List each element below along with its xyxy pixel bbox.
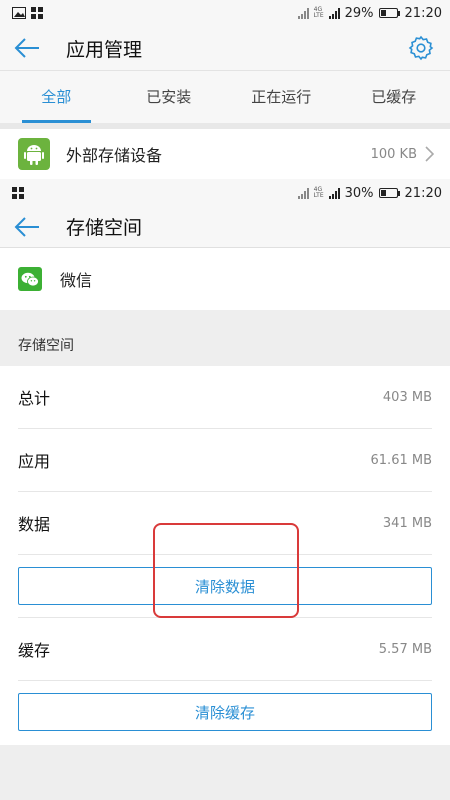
storage-row-data: 数据 341 MB [18, 492, 432, 555]
app-management-screen: 4G LTE 29% 21:20 应用管理 全部 已安装 正在运行 已缓存 外部存… [0, 0, 450, 180]
back-button[interactable] [14, 33, 44, 63]
storage-row-total: 总计 403 MB [18, 366, 432, 429]
signal-icon-sim1 [297, 7, 309, 19]
clock: 21:20 [404, 185, 442, 201]
signal-icon-sim2 [328, 187, 340, 199]
clock: 21:20 [404, 5, 442, 21]
app-name: 微信 [60, 271, 93, 290]
row-label: 缓存 [18, 641, 51, 660]
battery-percent: 30% [344, 185, 374, 201]
wechat-app-icon [18, 267, 42, 291]
status-bar: 4G LTE 29% 21:20 [0, 0, 450, 26]
top-app-bar: 存储空间 [0, 206, 450, 248]
tab-installed[interactable]: 已安装 [113, 71, 226, 123]
image-notification-icon [12, 7, 26, 19]
section-header: 存储空间 [18, 338, 74, 354]
app-name: 外部存储设备 [66, 146, 163, 165]
page-title: 应用管理 [66, 38, 143, 61]
gear-icon [408, 35, 434, 61]
status-bar: 4G LTE 30% 21:20 [0, 180, 450, 206]
back-button[interactable] [14, 212, 44, 242]
row-value: 61.61 MB [370, 452, 432, 468]
page-title: 存储空间 [66, 217, 143, 239]
storage-row-app: 应用 61.61 MB [18, 429, 432, 492]
back-arrow-icon [14, 216, 39, 237]
app-size: 100 KB [370, 146, 417, 162]
app-notification-icon [31, 7, 43, 19]
filter-tabs: 全部 已安装 正在运行 已缓存 [0, 70, 450, 123]
storage-screen: 4G LTE 30% 21:20 存储空间 微信 存储空间 总计 403 MB 应… [0, 180, 450, 800]
top-app-bar: 应用管理 [0, 26, 450, 70]
storage-card: 总计 403 MB 应用 61.61 MB 数据 341 MB 清除数据 缓存 … [0, 366, 450, 745]
settings-button[interactable] [406, 33, 436, 63]
tab-cached[interactable]: 已缓存 [338, 71, 450, 123]
tab-running[interactable]: 正在运行 [225, 71, 338, 123]
row-value: 403 MB [382, 389, 432, 405]
row-label: 数据 [18, 515, 51, 534]
android-app-icon [18, 138, 50, 170]
tab-all[interactable]: 全部 [0, 71, 113, 123]
battery-icon [378, 8, 400, 18]
network-type-icon: 4G LTE [313, 186, 324, 199]
chevron-right-icon [425, 146, 434, 162]
app-list-item[interactable]: 外部存储设备 100 KB [0, 129, 450, 179]
row-label: 应用 [18, 452, 51, 471]
battery-percent: 29% [344, 5, 374, 21]
row-label: 总计 [18, 389, 51, 408]
row-value: 341 MB [382, 515, 432, 531]
row-value: 5.57 MB [378, 641, 432, 657]
clear-data-button[interactable]: 清除数据 [18, 567, 432, 605]
clear-cache-button[interactable]: 清除缓存 [18, 693, 432, 731]
storage-row-cache: 缓存 5.57 MB [18, 617, 432, 681]
app-notification-icon [12, 187, 24, 199]
signal-icon-sim1 [297, 187, 309, 199]
network-type-icon: 4G LTE [313, 6, 324, 19]
battery-icon [378, 188, 400, 198]
signal-icon-sim2 [328, 7, 340, 19]
app-header: 微信 [0, 248, 450, 310]
back-arrow-icon [14, 38, 39, 58]
